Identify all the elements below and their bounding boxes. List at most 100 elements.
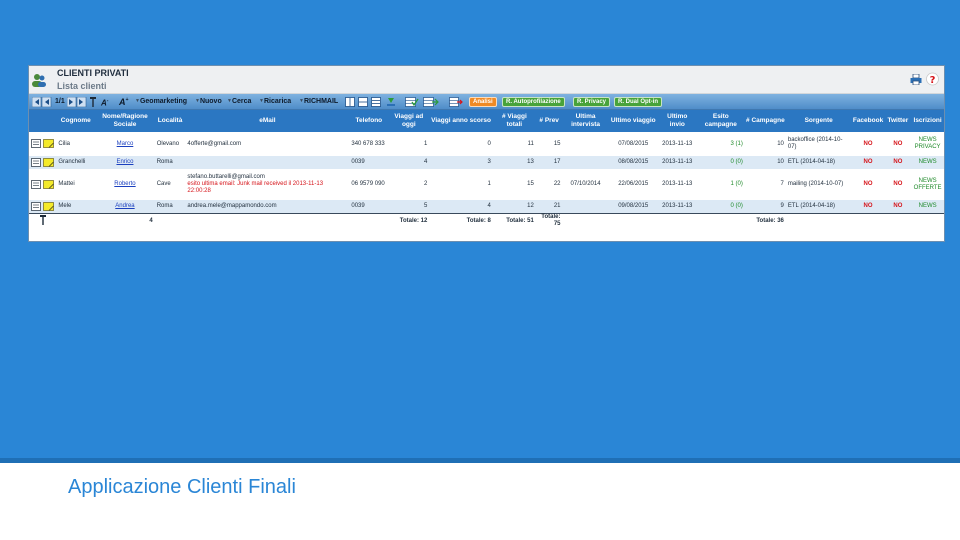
col-cognome[interactable]: Cognome	[56, 110, 96, 132]
client-link[interactable]: Enrico	[116, 159, 133, 165]
cell-esito-campagne[interactable]: 0 (0)	[696, 200, 745, 213]
edit-record-icon[interactable]	[31, 158, 41, 167]
col-email[interactable]: eMail	[185, 110, 350, 132]
cell-viaggi-oggi: 5	[388, 200, 430, 213]
client-link[interactable]: Roberto	[114, 181, 135, 187]
cell-prev: 21	[535, 200, 563, 213]
cell-twitter: NO	[893, 140, 903, 147]
cell-facebook: NO	[863, 181, 873, 187]
cell-sorgente: backoffice (2014-10-07)	[787, 137, 843, 150]
grid-export-icon[interactable]	[423, 97, 439, 107]
cell-prev: 15	[553, 140, 561, 147]
next-last-page-icon[interactable]	[67, 97, 87, 107]
cell-ultimo-viaggio: 22/06/2015	[618, 181, 649, 187]
cell-twitter: NO	[893, 181, 903, 187]
toolbar-cerca[interactable]: ▼Cerca	[227, 96, 251, 107]
slide-divider	[0, 458, 960, 463]
col-prev[interactable]: # Prev	[535, 110, 563, 132]
cell-cognome: Mattei	[58, 181, 75, 187]
note-icon[interactable]	[42, 158, 54, 167]
cell-viaggi-anno: 0	[487, 140, 491, 147]
row-actions	[29, 169, 56, 200]
download-icon[interactable]	[386, 97, 396, 107]
cell-campagne: 7	[780, 181, 784, 187]
table-row[interactable]: Mattei Roberto Cave stefano.buttarelli@g…	[29, 169, 944, 200]
col-iscrizioni[interactable]: Iscrizioni	[911, 110, 944, 132]
table-row[interactable]: Mele Andrea Roma andrea.mele@mappamondo.…	[29, 200, 944, 213]
cell-sorgente: ETL (2014-04-18)	[785, 156, 852, 169]
cell-campagne: 10	[777, 140, 784, 147]
cell-esito-campagne[interactable]: 0 (0)	[696, 156, 745, 169]
cell-cognome: Cilia	[58, 140, 70, 147]
totals-count: 4	[95, 212, 155, 229]
toolbar-geomarketing[interactable]: ▼Geomarketing	[135, 96, 187, 107]
col-viaggi-totali[interactable]: # Viaggi totali	[492, 110, 536, 132]
cell-viaggi-oggi: 2	[423, 181, 428, 187]
col-ultimo-viaggio[interactable]: Ultimo viaggio	[608, 110, 658, 132]
privacy-button[interactable]: R. Privacy	[573, 97, 611, 107]
pin-icon[interactable]	[89, 97, 97, 107]
cell-viaggi-oggi: 4	[388, 156, 430, 169]
col-twitter[interactable]: Twitter	[884, 110, 912, 132]
email-status-note: esito ultima email: Junk mail received i…	[187, 181, 324, 194]
help-icon[interactable]: ?	[926, 72, 939, 86]
cell-facebook: NO	[863, 140, 873, 147]
edit-record-icon[interactable]	[31, 201, 41, 211]
cell-iscrizioni: NEWS	[911, 156, 944, 169]
cell-ultima-intervista	[563, 132, 609, 156]
first-prev-page-icon[interactable]	[32, 97, 52, 107]
note-icon[interactable]	[42, 180, 54, 189]
col-nome[interactable]: Nome/Ragione Sociale	[95, 110, 155, 132]
app-window: CLIENTI PRIVATI Lista clienti ? 1/1 A- A…	[28, 65, 945, 242]
cell-telefono: 340 678 333	[351, 140, 385, 147]
table-row[interactable]: Granchelli Enrico Roma 0039 4 3 13 17 08…	[29, 156, 944, 169]
autoprofilazione-button[interactable]: R. Autoprofilazione	[502, 97, 565, 107]
edit-record-icon[interactable]	[31, 139, 41, 149]
cell-viaggi-totali: 11	[527, 140, 534, 147]
pin-icon[interactable]	[39, 214, 47, 225]
col-sorgente[interactable]: Sorgente	[785, 110, 852, 132]
note-icon[interactable]	[42, 139, 54, 149]
col-campagne[interactable]: # Campagne	[744, 110, 786, 132]
col-ultimo-invio[interactable]: Ultimo invio	[657, 110, 697, 132]
view-layout-icons[interactable]	[345, 97, 381, 107]
cell-esito-campagne[interactable]: 3 (1)	[697, 132, 745, 156]
col-telefono[interactable]: Telefono	[349, 110, 389, 132]
print-icon[interactable]	[910, 74, 922, 85]
cell-localita: Roma	[154, 156, 186, 169]
clients-table: Cognome Nome/Ragione Sociale Località eM…	[29, 110, 944, 229]
cell-viaggi-totali: 12	[492, 200, 536, 213]
cell-sorgente: mailing (2014-10-07)	[787, 181, 844, 187]
col-facebook[interactable]: Facebook	[851, 110, 885, 132]
toolbar: 1/1 A- A+ ▼Geomarketing ▼Nuovo ▼Cerca ▼R…	[29, 94, 944, 110]
col-viaggi-anno[interactable]: Viaggi anno scorso	[429, 110, 493, 132]
cell-localita: Cave	[156, 181, 171, 187]
cell-prev: 22	[553, 181, 561, 187]
toolbar-ricarica[interactable]: ▼Ricarica	[259, 96, 291, 107]
table-row[interactable]: Cilia Marco Olevano 4offerte@gmail.com 3…	[29, 132, 944, 156]
col-viaggi-oggi[interactable]: Viaggi ad oggi	[388, 110, 430, 132]
client-link[interactable]: Andrea	[115, 203, 134, 209]
client-link[interactable]: Marco	[117, 141, 134, 147]
grid-arrow-icon[interactable]	[449, 97, 463, 107]
page-indicator: 1/1	[55, 98, 65, 105]
font-increase-icon[interactable]: A+	[119, 95, 128, 108]
col-ultima-intervista[interactable]: Ultima intervista	[562, 110, 609, 132]
page-title: CLIENTI PRIVATI	[57, 68, 129, 78]
cell-ultimo-invio: 2013-11-13	[662, 140, 693, 147]
grid-check-icon[interactable]	[405, 97, 419, 107]
col-esito-campagne[interactable]: Esito campagne	[696, 110, 745, 132]
cell-esito-campagne[interactable]: 1 (0)	[697, 169, 745, 200]
dual-optin-button[interactable]: R. Dual Opt-in	[614, 97, 662, 107]
toolbar-nuovo[interactable]: ▼Nuovo	[195, 96, 222, 107]
analisi-button[interactable]: Analisi	[469, 97, 497, 107]
col-localita[interactable]: Località	[154, 110, 186, 132]
edit-record-icon[interactable]	[31, 180, 41, 189]
cell-prev: 17	[535, 156, 563, 169]
cell-telefono: 0039	[349, 156, 389, 169]
totals-pin	[29, 212, 57, 229]
note-icon[interactable]	[42, 201, 54, 211]
toolbar-richmail[interactable]: ▼RICHMAIL	[299, 96, 338, 107]
cell-localita: Olevano	[156, 140, 180, 147]
font-decrease-icon[interactable]: A-	[101, 96, 108, 109]
